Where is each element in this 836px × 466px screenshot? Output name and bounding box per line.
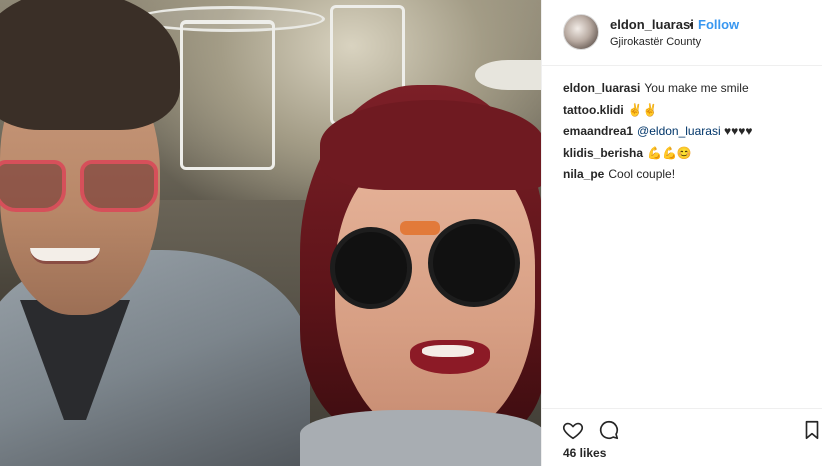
comment-username[interactable]: emaandrea1: [563, 124, 633, 138]
woman-sunglasses: [330, 215, 541, 310]
comment-username[interactable]: nila_pe: [563, 167, 604, 181]
action-bar: [542, 408, 822, 448]
comment-list: eldon_luarasi You make me smile tattoo.kl…: [563, 78, 823, 186]
comment-text: You make me smile: [644, 81, 749, 95]
author-username[interactable]: eldon_luarasi: [610, 17, 694, 32]
woman-sweater: [300, 410, 541, 466]
instagram-post: eldon_luarasi • Follow Gjirokastër Count…: [0, 0, 836, 466]
comment-text: 💪💪😊: [647, 145, 692, 160]
location-link[interactable]: Gjirokastër County: [610, 36, 701, 48]
comment-text: ♥♥♥♥: [723, 124, 753, 138]
follow-button[interactable]: Follow: [698, 17, 739, 32]
comment-item: eldon_luarasi You make me smile: [563, 78, 823, 100]
comment-username[interactable]: tattoo.klidi: [563, 103, 624, 117]
separator-dot: •: [689, 17, 694, 32]
post-side-panel: eldon_luarasi • Follow Gjirokastër Count…: [541, 0, 836, 466]
comment-item: emaandrea1 @eldon_luarasi ♥♥♥♥: [563, 121, 823, 143]
man-hair: [0, 0, 180, 130]
post-header: eldon_luarasi • Follow Gjirokastër Count…: [542, 0, 822, 66]
man-smile: [30, 248, 100, 264]
comment-text: Cool couple!: [608, 167, 676, 181]
sunglass-lens: [0, 160, 66, 212]
photo-table: [475, 60, 541, 90]
avatar[interactable]: [563, 14, 599, 50]
likes-count[interactable]: 46 likes: [563, 446, 606, 460]
comment-item: klidis_berisha 💪💪😊: [563, 143, 823, 165]
comment-text: ✌✌: [627, 102, 658, 117]
comment-mention[interactable]: @eldon_luarasi: [637, 124, 721, 138]
sunglass-lens: [80, 160, 158, 212]
post-photo[interactable]: [0, 0, 541, 466]
comment-username[interactable]: klidis_berisha: [563, 146, 643, 160]
comment-item: tattoo.klidi ✌✌: [563, 100, 823, 122]
woman-bangs: [320, 100, 541, 190]
comment-username[interactable]: eldon_luarasi: [563, 81, 640, 95]
man-sunglasses: [0, 160, 158, 212]
sunglass-lens: [330, 227, 412, 309]
bookmark-icon[interactable]: [801, 419, 823, 441]
sunglass-bridge: [400, 221, 440, 235]
photo-chair: [180, 20, 275, 170]
woman-teeth: [422, 345, 474, 357]
comment-icon[interactable]: [598, 419, 620, 441]
sunglass-lens: [428, 219, 520, 307]
comment-item: nila_pe Cool couple!: [563, 164, 823, 186]
heart-icon[interactable]: [562, 419, 584, 441]
